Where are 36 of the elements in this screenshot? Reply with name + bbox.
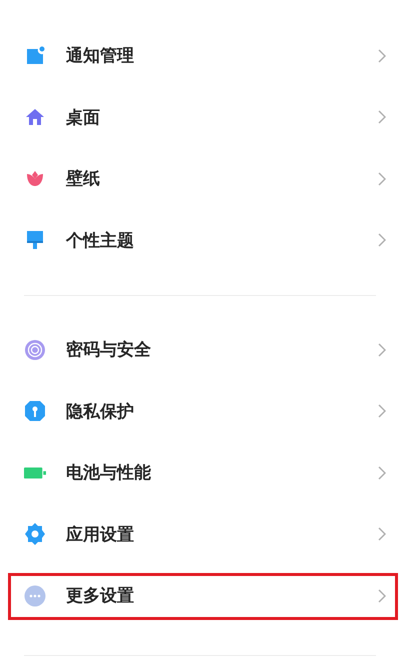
settings-item[interactable]: 隐私保护 <box>0 380 400 442</box>
fingerprint-icon <box>24 338 46 361</box>
item-label: 通知管理 <box>66 45 135 68</box>
chevron-icon <box>378 527 386 542</box>
settings-item[interactable]: 通知管理 <box>0 25 400 86</box>
item-label: 密码与安全 <box>66 339 152 362</box>
settings-item[interactable]: 更多设置 <box>0 565 400 626</box>
house-icon <box>25 107 45 128</box>
item-label: 个性主题 <box>66 230 135 252</box>
item-label: 应用设置 <box>66 524 135 546</box>
settings-item[interactable]: 密码与安全 <box>0 319 400 380</box>
chevron-icon <box>378 48 386 63</box>
chevron-icon <box>378 233 386 248</box>
paint-roller-icon <box>25 230 45 250</box>
more-icon <box>24 584 46 607</box>
settings-item[interactable]: 桌面 <box>0 86 400 148</box>
item-label: 电池与性能 <box>66 462 152 484</box>
chevron-icon <box>378 404 386 418</box>
flower-icon <box>25 168 45 189</box>
settings-item[interactable]: 应用设置 <box>0 504 400 565</box>
item-label: 隐私保护 <box>66 400 135 423</box>
settings-item[interactable]: 个性主题 <box>0 210 400 271</box>
shield-icon <box>24 400 46 422</box>
settings-item[interactable]: 壁纸 <box>0 148 400 210</box>
chevron-icon <box>378 588 386 603</box>
settings-icon <box>24 523 46 546</box>
item-label: 壁纸 <box>66 168 101 190</box>
item-label: 更多设置 <box>66 585 135 608</box>
item-label: 桌面 <box>66 106 101 129</box>
chevron-icon <box>378 172 386 186</box>
notification-icon <box>25 46 45 66</box>
chevron-icon <box>378 342 386 357</box>
settings-item[interactable]: 电池与性能 <box>0 442 400 504</box>
chevron-icon <box>378 110 386 124</box>
chevron-icon <box>378 466 386 480</box>
battery-icon <box>24 466 46 480</box>
